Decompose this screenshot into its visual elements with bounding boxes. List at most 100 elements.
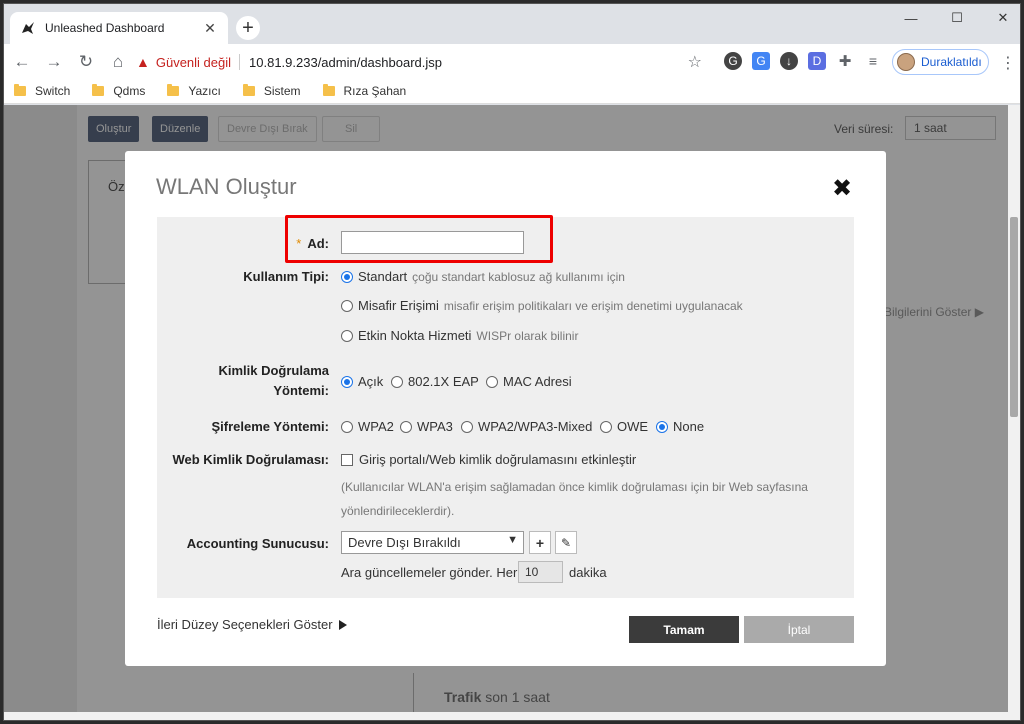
option-label: WPA3: [417, 419, 453, 434]
advanced-options-link[interactable]: İleri Düzey Seçenekleri Göster: [157, 617, 347, 632]
bookmark-star-icon[interactable]: ☆: [688, 52, 702, 72]
address-divider: [239, 54, 241, 70]
option-label: 802.1X EAP: [408, 374, 479, 389]
bookmark-label: Rıza Şahan: [343, 84, 407, 98]
usage-option-hotspot[interactable]: Etkin Nokta Hizmeti WISPr olarak bilinir: [341, 328, 578, 343]
horizontal-scrollbar[interactable]: [4, 712, 1020, 720]
tab-close-icon[interactable]: ✕: [202, 20, 218, 37]
option-label: OWE: [617, 419, 649, 434]
auth-option-mac[interactable]: MAC Adresi: [486, 374, 572, 389]
folder-icon: [322, 84, 335, 96]
accounting-label: Accounting Sunucusu:: [186, 536, 329, 551]
address-bar[interactable]: ▲ Güvenli değil 10.81.9.233/admin/dashbo…: [128, 49, 710, 75]
enc-option-owe[interactable]: OWE: [600, 419, 648, 434]
option-label: Misafir Erişimi: [358, 298, 439, 313]
select-value: Devre Dışı Bırakıldı: [348, 535, 461, 550]
radio-button[interactable]: [486, 375, 498, 388]
reload-icon[interactable]: ↻: [72, 48, 100, 76]
bookmarks-bar: Switch Qdms Yazıcı Sistem Rıza Şahan: [4, 79, 1020, 104]
browser-menu-icon[interactable]: ⋮: [1000, 53, 1016, 73]
download-icon[interactable]: ↓: [780, 52, 798, 70]
enc-option-wpa2[interactable]: WPA2: [341, 419, 394, 434]
usage-option-guest[interactable]: Misafir Erişimi misafir erişim politikala…: [341, 298, 743, 313]
folder-icon: [242, 84, 255, 96]
back-icon[interactable]: ←: [8, 48, 36, 76]
warning-icon: ▲: [136, 54, 150, 70]
browser-window: Unleashed Dashboard ✕ + — ☐ ✕ ← → ↻ ⌂ ▲ …: [3, 3, 1021, 721]
bookmark-folder[interactable]: Sistem: [242, 84, 301, 98]
option-label: Etkin Nokta Hizmeti: [358, 328, 472, 343]
checkbox-label: Giriş portalı/Web kimlik doğrulamasını e…: [359, 452, 637, 467]
minimize-button[interactable]: —: [888, 4, 934, 32]
auth-option-8021x[interactable]: 802.1X EAP: [391, 374, 479, 389]
accounting-server-select[interactable]: Devre Dışı Bırakıldı ▼: [341, 531, 524, 554]
bookmark-folder[interactable]: Yazıcı: [167, 84, 221, 98]
radio-button[interactable]: [341, 299, 353, 312]
maximize-button[interactable]: ☐: [934, 4, 980, 32]
web-auth-checkbox[interactable]: [341, 453, 353, 466]
url-text: 10.81.9.233/admin/dashboard.jsp: [249, 54, 442, 70]
extensions-puzzle-icon[interactable]: ✚: [836, 52, 854, 70]
wlan-form: * Ad: Kullanım Tipi: Standart çoğu standar…: [157, 215, 854, 598]
radio-button[interactable]: [461, 420, 473, 433]
new-tab-button[interactable]: +: [236, 16, 260, 40]
tab-strip: Unleashed Dashboard ✕ + — ☐ ✕: [4, 4, 1020, 44]
web-auth-note-line1: (Kullanıcılar WLAN'a erişim sağlamadan ö…: [341, 480, 808, 494]
profile-button[interactable]: Duraklatıldı: [892, 49, 989, 75]
browser-toolbar: ← → ↻ ⌂ ▲ Güvenli değil 10.81.9.233/admi…: [4, 44, 1020, 79]
dialog-title: WLAN Oluştur: [156, 174, 297, 199]
edit-pencil-icon[interactable]: ✎: [555, 531, 577, 554]
folder-icon: [167, 84, 180, 96]
enc-option-mixed[interactable]: WPA2/WPA3-Mixed: [461, 419, 592, 434]
option-desc: çoğu standart kablosuz ağ kullanımı için: [412, 269, 625, 284]
close-window-button[interactable]: ✕: [980, 4, 1020, 32]
option-label: Standart: [358, 269, 408, 284]
radio-button[interactable]: [600, 420, 612, 433]
cancel-button[interactable]: İptal: [744, 616, 854, 643]
radio-button[interactable]: [341, 329, 353, 342]
web-auth-label: Web Kimlik Doğrulaması:: [172, 452, 329, 467]
radio-button[interactable]: [656, 420, 668, 433]
encryption-label: Şifreleme Yöntemi:: [211, 419, 329, 434]
reading-list-icon[interactable]: ≡: [864, 52, 882, 70]
security-label: Güvenli değil: [155, 54, 232, 70]
bookmark-folder[interactable]: Switch: [14, 84, 70, 98]
bookmark-folder[interactable]: Rıza Şahan: [322, 84, 407, 98]
triangle-right-icon: [338, 619, 347, 630]
extension-g-icon[interactable]: G: [724, 52, 742, 70]
radio-button[interactable]: [341, 270, 353, 283]
advanced-label: İleri Düzey Seçenekleri Göster: [157, 617, 333, 632]
interim-minutes-input[interactable]: [518, 561, 563, 583]
enc-option-wpa3[interactable]: WPA3: [400, 419, 453, 434]
radio-button[interactable]: [341, 420, 353, 433]
option-desc: misafir erişim politikaları ve erişim de…: [443, 298, 743, 313]
browser-tab[interactable]: Unleashed Dashboard ✕: [10, 12, 228, 44]
ok-button[interactable]: Tamam: [629, 616, 739, 643]
forward-icon[interactable]: →: [40, 48, 68, 76]
interim-prefix: Ara güncellemeler gönder. Her: [341, 565, 518, 580]
bookmark-label: Yazıcı: [188, 84, 221, 98]
extension-d-icon[interactable]: D: [808, 52, 826, 70]
bookmark-label: Switch: [35, 84, 71, 98]
translate-icon[interactable]: G: [752, 52, 770, 70]
auth-option-open[interactable]: Açık: [341, 374, 383, 389]
usage-type-label: Kullanım Tipi:: [243, 269, 329, 284]
scroll-thumb[interactable]: [1010, 217, 1018, 417]
enc-option-none[interactable]: None: [656, 419, 704, 434]
web-auth-checkbox-row[interactable]: Giriş portalı/Web kimlik doğrulamasını e…: [341, 452, 636, 467]
close-icon[interactable]: ✖: [832, 174, 852, 203]
highlight-box: [285, 215, 553, 263]
usage-option-standard[interactable]: Standart çoğu standart kablosuz ağ kullan…: [341, 269, 625, 284]
vertical-scrollbar[interactable]: [1008, 105, 1020, 720]
radio-button[interactable]: [341, 375, 353, 388]
option-desc: WISPr olarak bilinir: [476, 328, 579, 343]
radio-button[interactable]: [391, 375, 403, 388]
bookmark-label: Qdms: [113, 84, 146, 98]
profile-label: Duraklatıldı: [921, 55, 982, 69]
radio-button[interactable]: [400, 420, 412, 433]
tab-title: Unleashed Dashboard: [45, 21, 165, 35]
option-label: Açık: [358, 374, 384, 389]
ruckus-dog-icon: [20, 20, 36, 36]
add-server-button[interactable]: +: [529, 531, 551, 554]
bookmark-folder[interactable]: Qdms: [92, 84, 145, 98]
